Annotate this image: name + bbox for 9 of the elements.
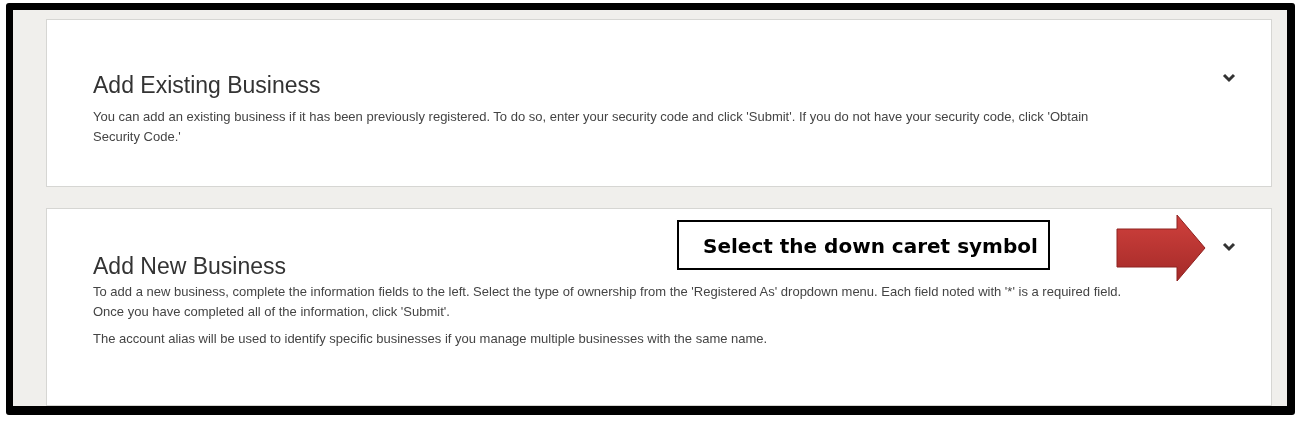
callout-label: Select the down caret symbol xyxy=(677,219,1050,270)
panel-title: Add Existing Business xyxy=(93,72,322,99)
caret-icon[interactable] xyxy=(1222,240,1236,253)
panel-title: Add New Business xyxy=(93,252,288,280)
arrow-icon xyxy=(1116,214,1206,282)
caret-icon[interactable] xyxy=(1222,72,1236,84)
panel-description: You can add an existing business if it has been previously registered. To do so, enter your security code and click 'Submit'. If you do not have your security code, click 'Obtain Security Code.' xyxy=(93,108,1090,146)
panel-description: The account alias will be used to identify specific businesses if you manage multiple businesses with the same name. xyxy=(93,329,769,348)
panel-description: To add a new business, complete the information fields to the left. Select the type of ownership from the 'Registered As' dropdown menu. Each field noted with '*' is a required field. Once you have completed all of the information, click 'Submit'. xyxy=(93,282,1123,321)
